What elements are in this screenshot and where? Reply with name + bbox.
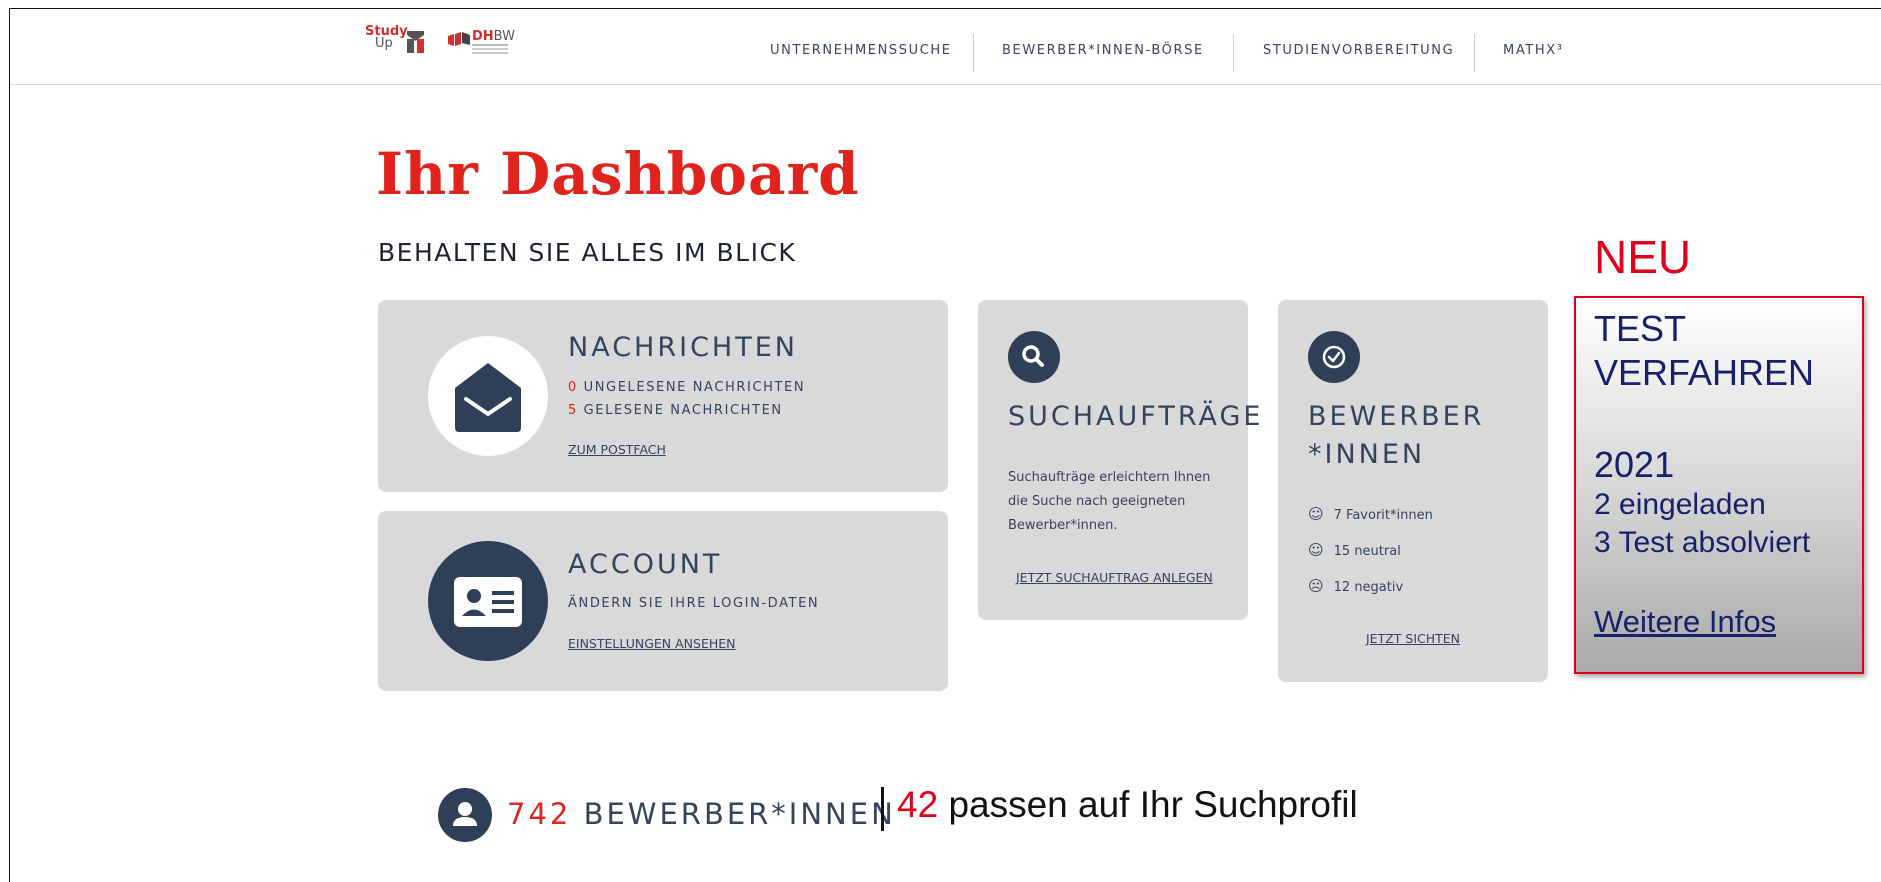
test-procedure-year: 2021: [1594, 444, 1675, 485]
search-icon-circle: [1008, 331, 1060, 383]
search-icon: [1022, 345, 1044, 367]
studyup-logo-mark-icon: [407, 31, 424, 53]
favorites-stat[interactable]: ☺ 7 Favorit*innen: [1308, 505, 1433, 523]
view-applicants-link[interactable]: JETZT SICHTEN: [1366, 631, 1460, 646]
nav-bewerberboerse[interactable]: BEWERBER*INNEN-BÖRSE: [1002, 43, 1204, 58]
nav-studienvorbereitung[interactable]: STUDIENVORBEREITUNG: [1263, 43, 1454, 58]
create-search-order-link[interactable]: JETZT SUCHAUFTRAG ANLEGEN: [1016, 570, 1213, 585]
nav-unternehmenssuche[interactable]: UNTERNEHMENSSUCHE: [770, 43, 952, 58]
dhbw-logo-text: DHBW: [472, 29, 515, 44]
applicants-heading-line1: BEWERBER: [1308, 401, 1485, 432]
read-messages: 5 GELESENE NACHRICHTEN: [568, 403, 783, 418]
dhbw-subline: [472, 44, 508, 46]
matching-applicants: 42 passen auf Ihr Suchprofil: [897, 784, 1358, 825]
search-orders-heading: SUCHAUFTRÄGE: [1008, 401, 1264, 432]
test-completed-count: 3 Test absolviert: [1594, 526, 1811, 559]
account-heading: ACCOUNT: [568, 549, 723, 580]
new-label: NEU: [1594, 231, 1692, 283]
postfach-link[interactable]: ZUM POSTFACH: [568, 442, 666, 457]
nav-divider: [1233, 34, 1234, 72]
negative-stat[interactable]: ☹ 12 negativ: [1308, 577, 1403, 595]
page-subtitle: BEHALTEN SIE ALLES IM BLICK: [378, 238, 797, 267]
logo-up-text: Up: [375, 36, 393, 51]
total-applicants: 742 BEWERBER*INNEN: [507, 797, 896, 831]
messages-icon-circle: [428, 336, 548, 456]
nav-mathx[interactable]: MATHX³: [1503, 43, 1564, 58]
more-info-link[interactable]: Weitere Infos: [1594, 604, 1776, 640]
frown-icon: ☹: [1308, 577, 1324, 595]
neutral-stat[interactable]: ☺ 15 neutral: [1308, 541, 1401, 559]
studyup-logo[interactable]: Study Up: [365, 25, 408, 51]
account-icon-circle: [428, 541, 548, 661]
search-orders-card: SUCHAUFTRÄGE Suchaufträge erleichtern Ih…: [978, 300, 1260, 620]
neutral-face-icon: ☺: [1308, 541, 1324, 559]
test-invited-count: 2 eingeladen: [1594, 488, 1766, 521]
nav-divider: [973, 34, 974, 72]
check-circle-icon: [1322, 345, 1346, 369]
divider-bar: [881, 787, 884, 831]
account-text: ÄNDERN SIE IHRE LOGIN-DATEN: [568, 596, 820, 611]
applicants-count-icon-circle: [438, 788, 492, 842]
applicants-card: BEWERBER *INNEN ☺ 7 Favorit*innen ☺ 15 neu…: [1278, 300, 1548, 682]
unread-messages: 0 UNGELESENE NACHRICHTEN: [568, 380, 806, 395]
dhbw-logo[interactable]: DHBW: [448, 29, 528, 57]
nav-divider: [1474, 34, 1475, 72]
envelope-open-icon: [455, 363, 521, 432]
account-settings-link[interactable]: EINSTELLUNGEN ANSEHEN: [568, 636, 736, 651]
top-header: Study Up DHBW UNTERNEHMENSSUCHE BEWERBER…: [10, 9, 1881, 85]
test-procedure-title-line2: VERFAHREN: [1594, 352, 1815, 393]
test-procedure-box: TEST VERFAHREN 2021 2 eingeladen 3 Test …: [1574, 296, 1864, 674]
smile-icon: ☺: [1308, 505, 1324, 523]
messages-heading: NACHRICHTEN: [568, 332, 798, 363]
applicants-heading-line2: *INNEN: [1308, 439, 1426, 470]
messages-card: NACHRICHTEN 0 UNGELESENE NACHRICHTEN 5 G…: [378, 300, 948, 492]
search-orders-description: Suchaufträge erleichtern Ihnen die Suche…: [1008, 470, 1211, 533]
page-title: Ihr Dashboard: [376, 140, 860, 208]
id-card-icon: [454, 577, 522, 627]
dhbw-flag-icon: [448, 32, 470, 46]
account-card: ACCOUNT ÄNDERN SIE IHRE LOGIN-DATEN EINS…: [378, 511, 948, 691]
test-procedure-title-line1: TEST: [1594, 308, 1687, 349]
user-icon: [453, 802, 477, 826]
check-icon-circle: [1308, 331, 1360, 383]
